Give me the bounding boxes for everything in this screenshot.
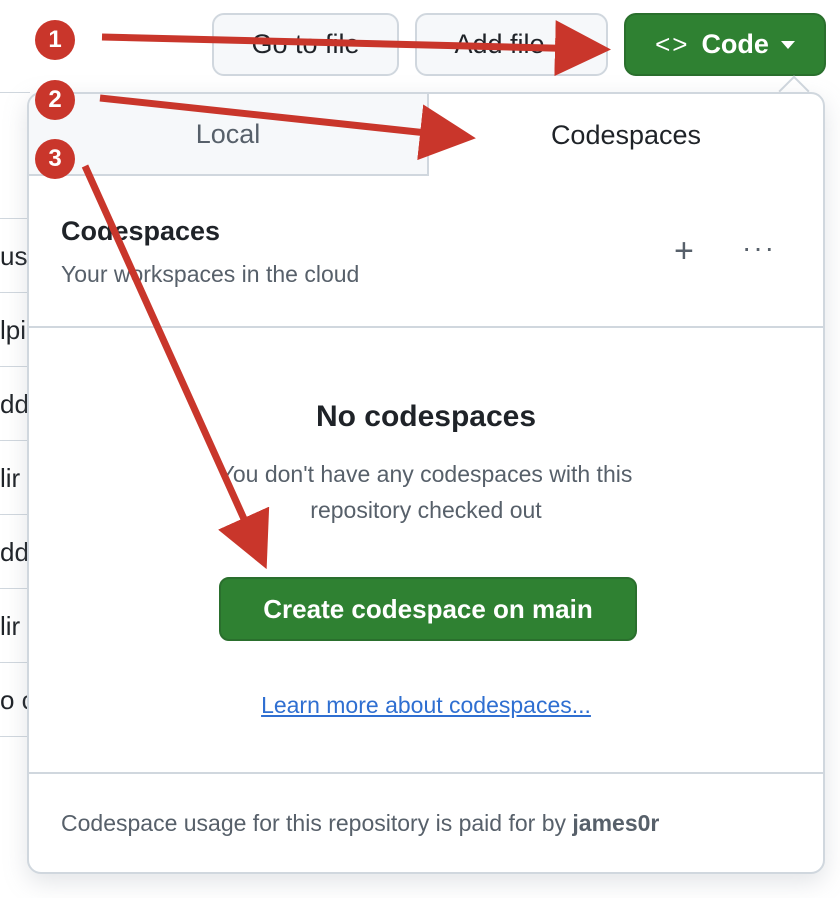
list-item[interactable]: dd [0,366,30,440]
section-title: Codespaces [61,216,221,246]
code-dropdown-panel: Local Codespaces Codespaces Your workspa… [27,92,825,874]
code-button[interactable]: <> Code [624,13,826,76]
code-label: Code [701,29,769,59]
go-to-file-button[interactable]: Go to file [212,13,399,76]
tab-label: Local [195,118,261,149]
repo-file-list: use lpi dd lir dd lir o c [0,92,30,898]
list-item-label: lir [0,463,21,493]
list-item[interactable]: use [0,218,30,292]
create-codespace-button[interactable]: Create codespace on main [219,577,637,641]
tab-local[interactable]: Local [29,94,429,176]
list-item-label: dd [0,389,29,419]
list-item-label: lpi [0,315,27,345]
list-item[interactable] [0,92,30,166]
learn-more-link[interactable]: Learn more about codespaces... [29,692,823,719]
tab-codespaces[interactable]: Codespaces [429,94,823,176]
list-item-label: o c [0,685,30,715]
list-item[interactable]: lpi [0,292,30,366]
add-file-button[interactable]: Add file [415,13,608,76]
footer-text: Codespace usage for this repository is p… [61,810,566,836]
caret-down-icon [554,40,569,49]
step-marker-3: 3 [35,139,75,179]
step-number: 2 [48,86,62,113]
step-number: 1 [48,26,62,53]
list-item-label: use [0,241,30,271]
step-marker-2: 2 [35,80,75,120]
section-subtitle: Your workspaces in the cloud [61,261,360,287]
step-marker-1: 1 [35,20,75,60]
divider [29,772,823,774]
billing-footer: Codespace usage for this repository is p… [61,810,659,837]
step-number: 3 [48,145,62,172]
list-item[interactable]: lir [0,588,30,662]
list-item-label: dd [0,537,29,567]
code-icon: <> [655,29,690,59]
divider [29,326,823,328]
learn-more-label: Learn more about codespaces... [261,692,591,718]
list-item-label: lir [0,611,21,641]
add-file-label: Add file [454,29,545,59]
list-item[interactable]: lir [0,440,30,514]
create-codespace-label: Create codespace on main [263,593,593,624]
plus-icon[interactable]: + [674,232,694,271]
kebab-menu-icon[interactable]: ··· [742,232,776,264]
empty-state-title: No codespaces [315,400,537,433]
list-item[interactable]: dd [0,514,30,588]
footer-username: james0r [572,810,660,836]
caret-down-icon [780,40,795,49]
empty-state-description: You don't have any codespaces with this … [219,461,633,523]
go-to-file-label: Go to file [251,29,360,59]
tab-label: Codespaces [550,119,702,150]
list-item[interactable] [0,736,30,810]
list-item[interactable]: o c [0,662,30,736]
